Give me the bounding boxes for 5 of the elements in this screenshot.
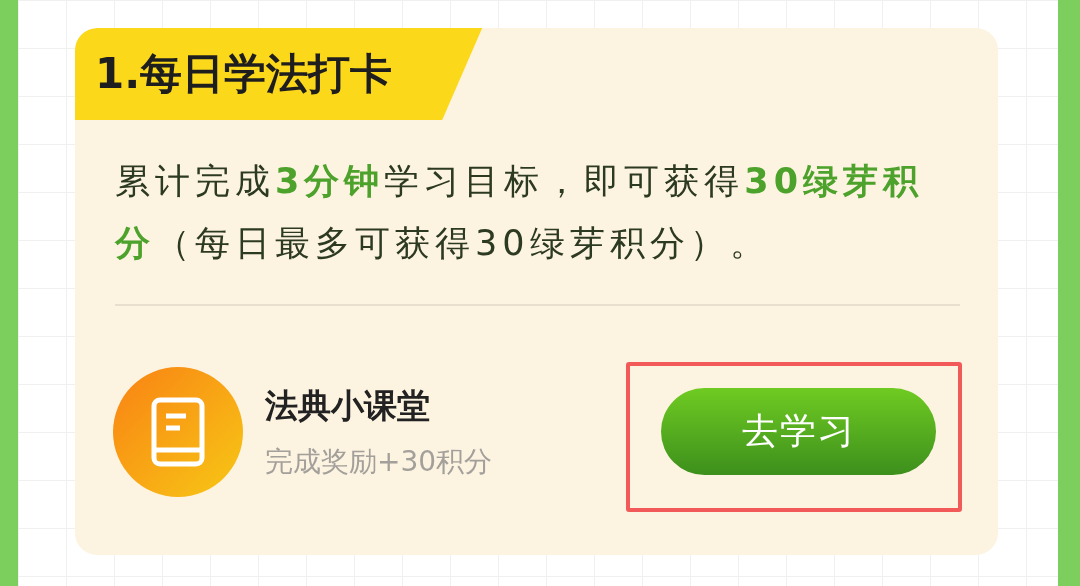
task-title: 1.每日学法打卡: [75, 28, 483, 120]
course-reward: 完成奖励+30积分: [265, 443, 494, 480]
task-description: 累计完成3分钟学习目标，即可获得30绿芽积分（每日最多可获得30绿芽积分）。: [115, 160, 925, 265]
course-name: 法典小课堂: [265, 384, 431, 427]
study-button[interactable]: 去学习: [661, 388, 936, 475]
